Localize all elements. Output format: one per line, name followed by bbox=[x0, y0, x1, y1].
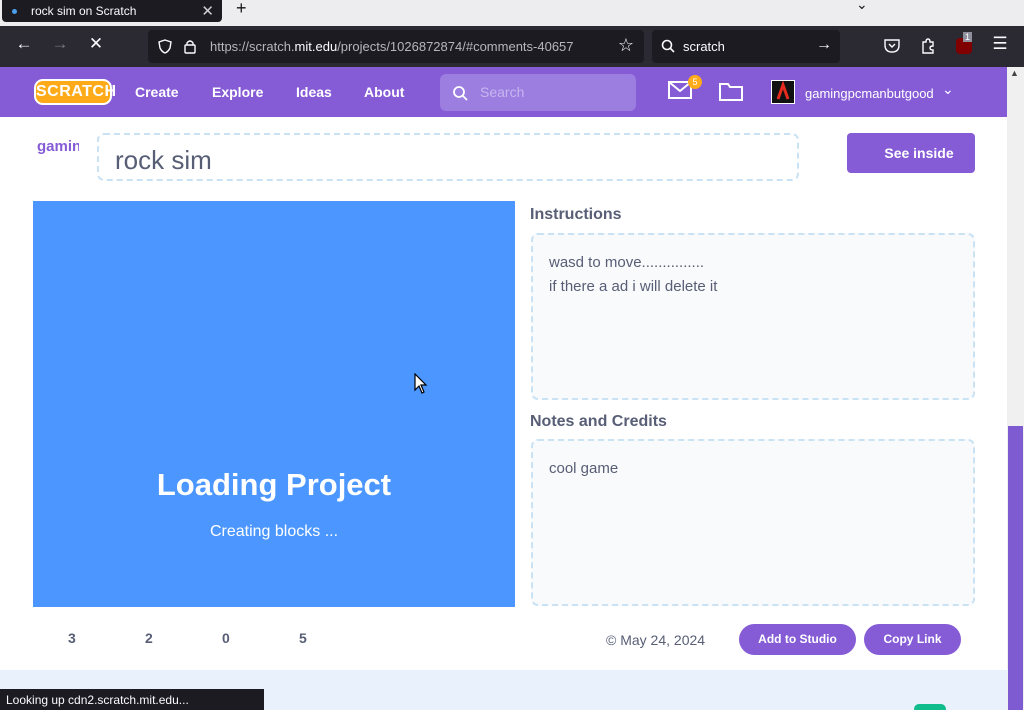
add-to-studio-button[interactable]: Add to Studio bbox=[739, 624, 856, 655]
mouse-cursor-icon bbox=[414, 373, 428, 394]
instructions-heading: Instructions bbox=[530, 206, 622, 223]
project-title: rock sim bbox=[115, 145, 212, 175]
new-tab-icon[interactable]: + bbox=[236, 0, 247, 19]
search-placeholder: Search bbox=[480, 84, 525, 100]
scratch-logo[interactable]: SCRATCH bbox=[34, 79, 116, 105]
project-stage[interactable]: Loading Project Creating blocks ... bbox=[33, 201, 515, 607]
extensions-icon[interactable] bbox=[920, 37, 936, 54]
instructions-line: wasd to move............... bbox=[549, 254, 705, 271]
pocket-icon[interactable] bbox=[884, 38, 900, 53]
username[interactable]: gamingpcmanbutgood bbox=[805, 86, 934, 101]
star-bookmark-icon[interactable]: ☆ bbox=[618, 35, 634, 56]
status-bar: Looking up cdn2.scratch.mit.edu... bbox=[0, 689, 264, 710]
see-inside-button[interactable]: See inside bbox=[847, 133, 975, 173]
loading-subtitle: Creating blocks ... bbox=[209, 523, 339, 540]
project-title-field[interactable]: rock sim bbox=[97, 133, 799, 181]
nav-ideas[interactable]: Ideas bbox=[296, 84, 332, 100]
forward-icon[interactable]: → bbox=[48, 34, 72, 54]
nav-explore[interactable]: Explore bbox=[212, 84, 263, 100]
url-text[interactable]: https://scratch.mit.edu/projects/1026872… bbox=[210, 39, 610, 54]
loading-title: Loading Project bbox=[156, 467, 392, 502]
search-bar[interactable]: scratch → bbox=[652, 30, 840, 63]
nav-about[interactable]: About bbox=[364, 84, 404, 100]
copyright-icon: © bbox=[606, 632, 621, 648]
scrollbar-thumb[interactable] bbox=[1008, 426, 1023, 710]
project-date: © May 24, 2024 bbox=[606, 632, 706, 648]
view-count: 5 bbox=[299, 630, 307, 646]
avatar[interactable] bbox=[771, 80, 795, 104]
remix-count: 0 bbox=[222, 630, 230, 646]
address-bar[interactable]: https://scratch.mit.edu/projects/1026872… bbox=[148, 30, 644, 63]
nav-create[interactable]: Create bbox=[135, 84, 179, 100]
chevron-down-icon[interactable]: ⌄ bbox=[942, 81, 954, 98]
search-icon bbox=[661, 39, 675, 53]
extension-badge: 1 bbox=[963, 32, 973, 42]
my-stuff-folder-icon[interactable] bbox=[719, 81, 743, 101]
instructions-field[interactable]: wasd to move............... if there a a… bbox=[531, 233, 975, 400]
partial-button[interactable] bbox=[914, 704, 946, 710]
love-count[interactable]: 3 bbox=[68, 630, 76, 646]
lock-icon[interactable] bbox=[184, 39, 196, 54]
copy-link-button[interactable]: Copy Link bbox=[864, 624, 961, 655]
search-icon bbox=[453, 86, 468, 101]
stop-loading-icon[interactable]: ✕ bbox=[84, 34, 108, 54]
close-tab-icon[interactable]: ✕ bbox=[201, 2, 214, 20]
browser-tab-bar: rock sim on Scratch ✕ + ⌄ bbox=[0, 0, 1024, 26]
project-page: gaming rock sim See inside Loading Proje… bbox=[0, 117, 1007, 670]
scratch-search-input[interactable]: Search bbox=[440, 74, 636, 111]
notes-text: cool game bbox=[549, 460, 619, 477]
menu-icon[interactable]: ☰ bbox=[988, 34, 1012, 54]
instructions-line: if there a ad i will delete it bbox=[549, 278, 718, 295]
browser-tab[interactable]: rock sim on Scratch ✕ bbox=[2, 0, 222, 22]
scratch-navbar: SCRATCH Create Explore Ideas About Searc… bbox=[0, 67, 1007, 117]
message-count-badge: 5 bbox=[688, 75, 702, 89]
go-arrow-icon[interactable]: → bbox=[816, 36, 832, 54]
scroll-up-icon[interactable]: ▲ bbox=[1010, 68, 1019, 78]
chevron-down-icon[interactable]: ⌄ bbox=[856, 0, 868, 13]
notes-field[interactable]: cool game bbox=[531, 439, 975, 606]
shield-icon[interactable] bbox=[158, 39, 172, 54]
browser-toolbar: ← → ✕ https://scratch.mit.edu/projects/1… bbox=[0, 26, 1024, 67]
favorite-count[interactable]: 2 bbox=[145, 630, 153, 646]
search-text[interactable]: scratch bbox=[683, 39, 725, 54]
project-owner[interactable]: gaming bbox=[37, 138, 79, 155]
loading-indicator-icon bbox=[12, 8, 17, 14]
notes-heading: Notes and Credits bbox=[530, 413, 667, 430]
back-icon[interactable]: ← bbox=[12, 34, 36, 54]
tab-title: rock sim on Scratch bbox=[31, 4, 137, 18]
